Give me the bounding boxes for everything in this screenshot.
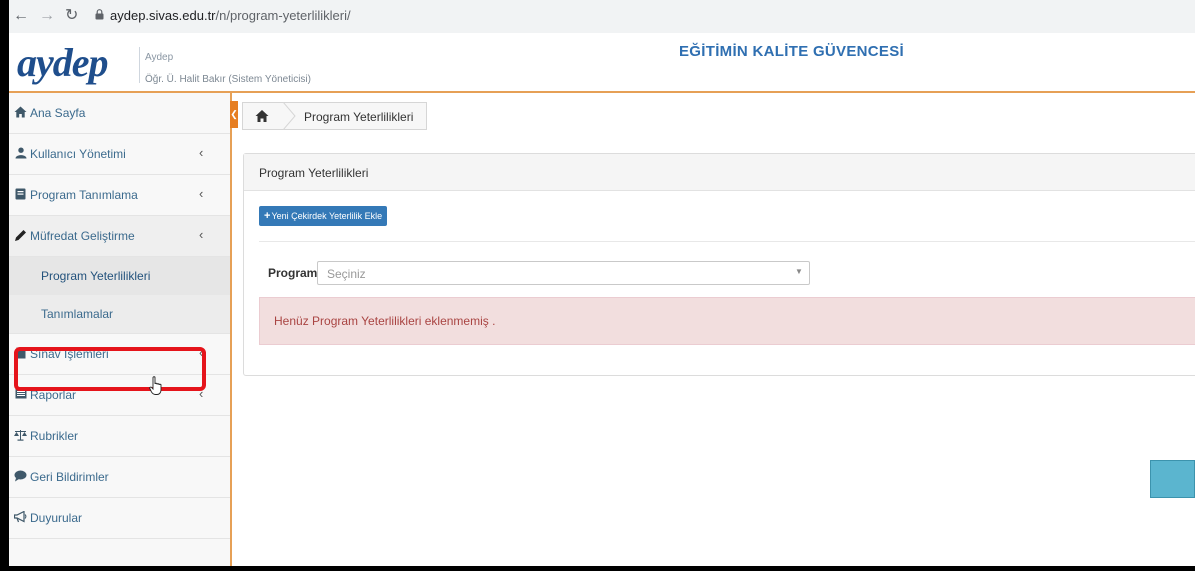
program-label: Program: — [268, 266, 322, 280]
app-name: Aydep — [145, 52, 174, 63]
breadcrumb: Program Yeterlilikleri — [242, 102, 427, 130]
panel-header: Program Yeterlilikleri — [244, 154, 1195, 191]
sidebar-item-duyurular[interactable]: Duyurular — [9, 498, 230, 539]
sidebar-item-label: Kullanıcı Yönetimi — [30, 147, 126, 161]
empty-state-alert: Henüz Program Yeterlilikleri eklenmemiş … — [259, 297, 1195, 345]
program-yeterlilikleri-panel: Program Yeterlilikleri +Yeni Çekirdek Ye… — [243, 153, 1195, 376]
sidebar-item-label: Duyurular — [30, 511, 83, 525]
plus-icon: + — [264, 210, 271, 222]
sidebar-item-label: Müfredat Geliştirme — [30, 229, 135, 243]
program-select-placeholder: Seçiniz — [327, 267, 366, 281]
chevron-left-icon: ‹ — [199, 227, 204, 242]
sidebar-item-geri-bildirimler[interactable]: Geri Bildirimler — [9, 457, 230, 498]
sidebar-item-kullanici-yonetimi[interactable]: Kullanıcı Yönetimi ‹ — [9, 134, 230, 175]
logo-divider — [139, 47, 140, 83]
panel-title: Program Yeterlilikleri — [259, 166, 369, 180]
sidebar: Ana Sayfa Kullanıcı Yönetimi ‹ Program T… — [9, 93, 232, 566]
alert-text: Henüz Program Yeterlilikleri eklenmemiş … — [274, 314, 496, 328]
book-icon — [14, 188, 27, 201]
app-window: ← → ↻ aydep.sivas.edu.tr/n/program-yeter… — [9, 0, 1195, 566]
user-icon — [14, 147, 27, 160]
pencil-icon — [14, 229, 27, 242]
add-button-label: Yeni Çekirdek Yeterlilik Ekle — [271, 211, 383, 221]
comment-icon — [14, 470, 27, 483]
sidebar-item-ana-sayfa[interactable]: Ana Sayfa — [9, 93, 230, 134]
sidebar-item-label: Program Tanımlama — [30, 188, 138, 202]
user-info: Öğr. Ü. Halit Bakır (Sistem Yöneticisi) — [145, 74, 311, 85]
caret-down-icon: ▼ — [795, 267, 803, 276]
reload-icon[interactable]: ↻ — [65, 6, 78, 26]
balance-scale-icon — [14, 429, 27, 442]
home-icon — [14, 106, 27, 119]
sidebar-subitem-program-yeterlilikleri[interactable]: Program Yeterlilikleri — [9, 257, 230, 295]
header-slogan: EĞİTİMİN KALİTE GÜVENCESİ — [679, 43, 905, 60]
address-bar[interactable]: aydep.sivas.edu.tr/n/program-yeterlilikl… — [110, 7, 351, 25]
browser-toolbar: ← → ↻ aydep.sivas.edu.tr/n/program-yeter… — [9, 0, 1195, 34]
forward-arrow-icon[interactable]: → — [39, 6, 55, 26]
chevron-left-icon: ‹ — [199, 186, 204, 201]
sidebar-item-label: Geri Bildirimler — [30, 470, 109, 484]
site-header: aydep Aydep Öğr. Ü. Halit Bakır (Sistem … — [9, 33, 1195, 93]
chevron-left-icon: ‹ — [199, 145, 204, 160]
corner-button[interactable] — [1150, 460, 1195, 498]
sidebar-item-rubrikler[interactable]: Rubrikler — [9, 416, 230, 457]
sidebar-subitem-label: Program Yeterlilikleri — [41, 269, 151, 283]
highlight-annotation — [14, 347, 206, 391]
sidebar-item-label: Rubrikler — [30, 429, 79, 443]
sidebar-subitem-tanimlamalar[interactable]: Tanımlamalar — [9, 295, 230, 334]
breadcrumb-current: Program Yeterlilikleri — [304, 110, 414, 124]
breadcrumb-separator — [283, 102, 296, 130]
home-icon[interactable] — [255, 109, 269, 123]
hand-cursor-icon — [149, 376, 162, 395]
chevron-left-icon: ❮ — [230, 109, 238, 119]
divider — [259, 241, 1195, 242]
sidebar-item-label: Ana Sayfa — [30, 106, 86, 120]
lock-icon — [95, 9, 104, 20]
bullhorn-icon — [13, 510, 27, 524]
url-host: aydep.sivas.edu.tr — [110, 8, 216, 23]
aydep-logo[interactable]: aydep — [17, 43, 109, 83]
sidebar-subitem-label: Tanımlamalar — [41, 307, 114, 321]
program-select[interactable]: Seçiniz ▼ — [317, 261, 810, 285]
sidebar-collapse-toggle[interactable]: ❮ — [230, 101, 238, 128]
url-path: /n/program-yeterlilikleri/ — [215, 8, 351, 23]
add-core-competency-button[interactable]: +Yeni Çekirdek Yeterlilik Ekle — [259, 206, 388, 226]
back-arrow-icon[interactable]: ← — [13, 6, 29, 26]
sidebar-item-mufredat-gelistirme[interactable]: Müfredat Geliştirme ‹ — [9, 216, 230, 257]
sidebar-item-program-tanimlama[interactable]: Program Tanımlama ‹ — [9, 175, 230, 216]
